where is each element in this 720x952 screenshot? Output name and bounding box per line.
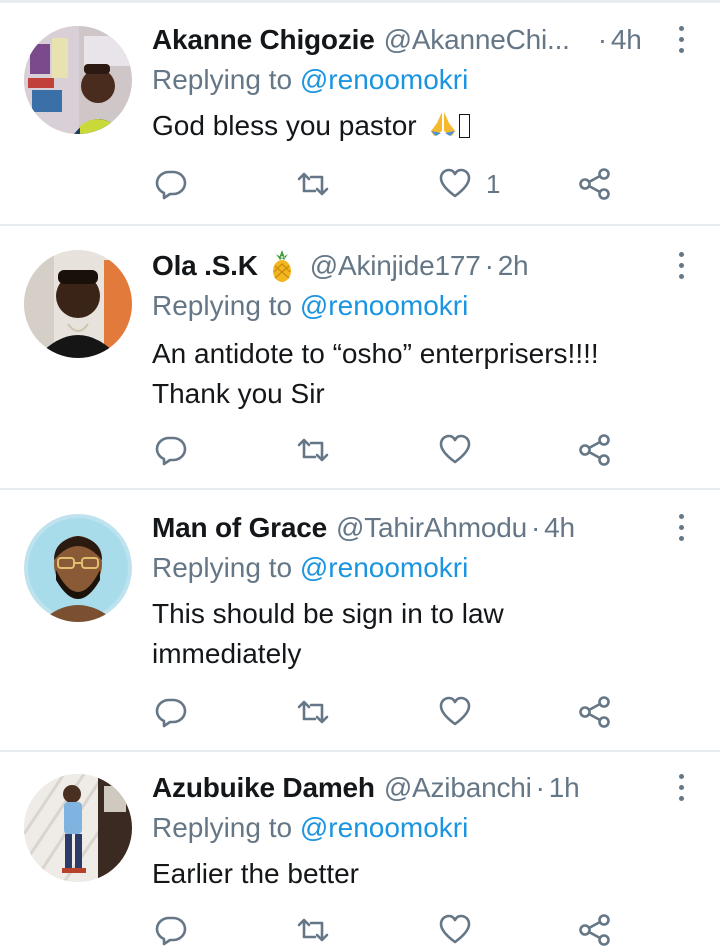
retweet-button[interactable]	[296, 430, 330, 470]
replying-to: Replying to @renoomokri	[152, 812, 468, 844]
missing-glyph-icon	[459, 114, 471, 138]
share-button[interactable]	[578, 430, 612, 470]
share-icon	[579, 168, 610, 200]
tweet-2[interactable]: Ola .S.K @Akinjide177 · 2h Replying to @…	[0, 226, 720, 490]
tweet-3[interactable]: Man of Grace @TahirAhmodu · 4h Replying …	[0, 490, 720, 752]
separator-dot: ·	[484, 250, 494, 281]
reply-icon	[155, 436, 187, 466]
like-button[interactable]	[438, 910, 472, 950]
folded-hands-icon	[431, 112, 456, 136]
retweet-icon	[297, 438, 329, 462]
timestamp[interactable]: 4h	[611, 24, 642, 56]
reply-icon	[155, 698, 187, 728]
display-name[interactable]: Man of Grace	[152, 512, 327, 544]
share-button[interactable]	[578, 164, 612, 204]
reply-icon	[155, 916, 187, 946]
tweet-actions	[152, 430, 622, 470]
user-handle[interactable]: @AkanneChi...	[384, 24, 570, 56]
tweet-actions	[152, 692, 622, 732]
mention-link[interactable]: @renoomokri	[300, 290, 468, 321]
tweet-text-line: An antidote to “osho” enterprisers!!!!	[152, 338, 599, 369]
more-options-icon[interactable]	[676, 26, 686, 56]
tweet-text-line: God bless you pastor	[152, 110, 417, 141]
share-icon	[579, 914, 610, 946]
share-button[interactable]	[578, 692, 612, 732]
like-icon	[439, 434, 471, 464]
mention-link[interactable]: @renoomokri	[300, 64, 468, 95]
tweet-header: Akanne Chigozie @AkanneChi... · 4h	[152, 20, 660, 60]
tweet-text-line: Earlier the better	[152, 858, 359, 889]
display-name[interactable]: Ola .S.K	[152, 250, 258, 282]
avatar[interactable]	[24, 514, 132, 622]
like-icon	[439, 914, 471, 944]
display-name[interactable]: Azubuike Dameh	[152, 772, 375, 804]
share-icon	[579, 696, 610, 728]
reply-button[interactable]	[154, 692, 188, 732]
like-icon	[439, 696, 471, 726]
user-handle[interactable]: @Akinjide177	[310, 250, 481, 282]
retweet-button[interactable]	[296, 164, 330, 204]
replying-to: Replying to @renoomokri	[152, 290, 468, 322]
tweet-4[interactable]: Azubuike Dameh @Azibanchi · 1h Replying …	[0, 752, 720, 952]
user-handle[interactable]: @Azibanchi	[384, 772, 532, 804]
retweet-button[interactable]	[296, 910, 330, 950]
like-button[interactable]	[438, 430, 472, 470]
avatar[interactable]	[24, 774, 132, 882]
pineapple-icon	[272, 250, 291, 282]
replying-prefix: Replying to	[152, 812, 293, 843]
replying-to: Replying to @renoomokri	[152, 64, 468, 96]
mention-link[interactable]: @renoomokri	[300, 812, 468, 843]
separator-dot: ·	[597, 24, 607, 55]
timestamp[interactable]: 2h	[498, 250, 529, 282]
separator-dot: ·	[535, 772, 545, 803]
tweet-text: Earlier the better	[152, 854, 692, 894]
tweet-text-line: immediately	[152, 638, 302, 669]
replying-prefix: Replying to	[152, 290, 293, 321]
like-button[interactable]	[438, 692, 472, 732]
more-options-icon[interactable]	[676, 514, 686, 544]
timestamp[interactable]: 4h	[544, 512, 575, 544]
retweet-icon	[297, 918, 329, 942]
tweet-text: An antidote to “osho” enterprisers!!!! T…	[152, 334, 692, 414]
avatar[interactable]	[24, 26, 132, 134]
tweet-header: Azubuike Dameh @Azibanchi · 1h	[152, 768, 660, 808]
tweet-actions: 1	[152, 164, 622, 204]
tweet-1[interactable]: Akanne Chigozie @AkanneChi... · 4h Reply…	[0, 0, 720, 226]
share-button[interactable]	[578, 910, 612, 950]
retweet-icon	[297, 172, 329, 196]
more-options-icon[interactable]	[676, 774, 686, 804]
share-icon	[579, 434, 610, 466]
reply-button[interactable]	[154, 430, 188, 470]
like-count: 1	[486, 168, 501, 199]
timestamp[interactable]: 1h	[549, 772, 580, 804]
replying-prefix: Replying to	[152, 64, 293, 95]
reply-icon	[155, 170, 187, 200]
tweet-header: Man of Grace @TahirAhmodu · 4h	[152, 508, 660, 548]
tweet-text: This should be sign in to law immediatel…	[152, 594, 692, 674]
retweet-button[interactable]	[296, 692, 330, 732]
reply-button[interactable]	[154, 164, 188, 204]
like-button[interactable]: 1	[438, 164, 500, 204]
tweet-text: God bless you pastor	[152, 106, 692, 146]
display-name[interactable]: Akanne Chigozie	[152, 24, 375, 56]
retweet-icon	[297, 700, 329, 724]
separator-dot: ·	[531, 512, 541, 543]
replying-prefix: Replying to	[152, 552, 293, 583]
user-handle[interactable]: @TahirAhmodu	[336, 512, 527, 544]
reply-button[interactable]	[154, 910, 188, 950]
tweet-text-line: This should be sign in to law	[152, 598, 504, 629]
more-options-icon[interactable]	[676, 252, 686, 282]
mention-link[interactable]: @renoomokri	[300, 552, 468, 583]
tweet-header: Ola .S.K @Akinjide177 · 2h	[152, 246, 660, 286]
tweet-text-line: Thank you Sir	[152, 378, 325, 409]
replying-to: Replying to @renoomokri	[152, 552, 468, 584]
like-icon	[439, 168, 471, 198]
avatar[interactable]	[24, 250, 132, 358]
tweet-actions	[152, 910, 622, 950]
